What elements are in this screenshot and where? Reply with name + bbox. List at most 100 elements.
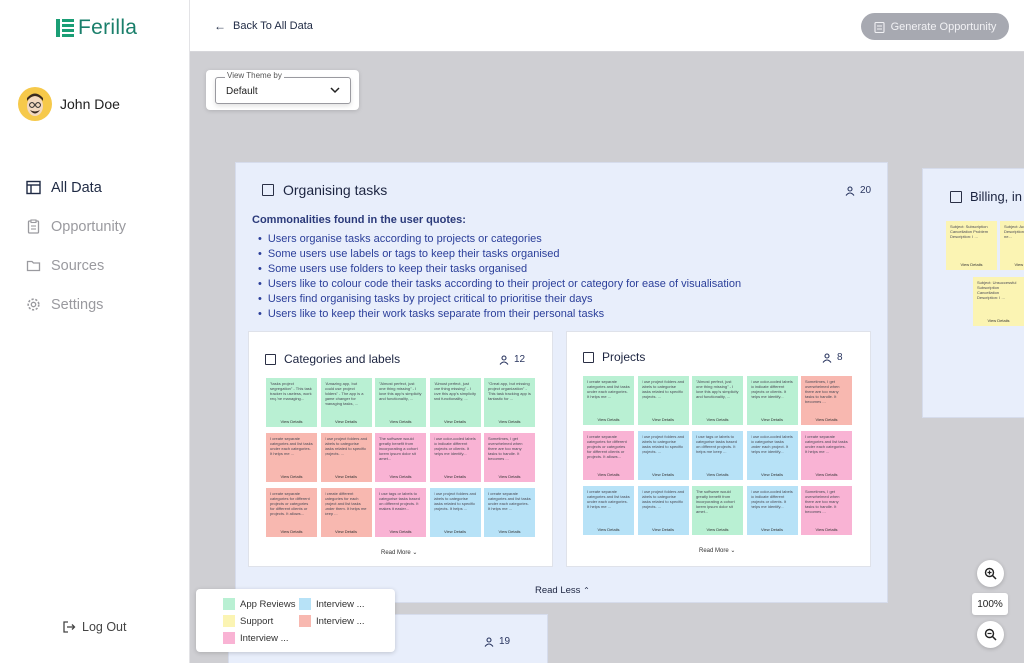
- view-details-link[interactable]: View Details: [321, 474, 372, 479]
- sticky-note[interactable]: I use tags or labels to categorise tasks…: [692, 431, 743, 480]
- sidebar-item-sources[interactable]: Sources: [26, 246, 126, 285]
- subcluster-checkbox[interactable]: [583, 351, 594, 363]
- sticky-note[interactable]: "Almost perfect, just one thing missing"…: [429, 378, 481, 427]
- cluster-checkbox[interactable]: [262, 184, 274, 196]
- view-details-link[interactable]: View Details: [973, 318, 1024, 323]
- sticky-note[interactable]: Subject: Unsuccessful Subscription Cance…: [973, 277, 1024, 326]
- view-details-link[interactable]: View Details: [747, 417, 798, 422]
- sticky-note[interactable]: I use project folders and labels to cate…: [320, 433, 372, 482]
- view-details-link[interactable]: View Details: [1000, 262, 1024, 267]
- view-details-link[interactable]: View Details: [430, 529, 481, 534]
- sticky-note[interactable]: Subject: Subscription Cancellation Probl…: [946, 221, 997, 270]
- sticky-note[interactable]: I create separate categories and list ta…: [801, 431, 852, 480]
- sticky-note[interactable]: "Almost perfect, just one thing missing"…: [692, 376, 743, 425]
- view-details-link[interactable]: View Details: [946, 262, 997, 267]
- view-details-link[interactable]: View Details: [484, 529, 535, 534]
- view-details-link[interactable]: View Details: [583, 417, 634, 422]
- user-name: John Doe: [60, 96, 120, 112]
- sticky-note[interactable]: I use color-coded labels to indicate dif…: [746, 486, 798, 535]
- sticky-note-text: Sometimes, I get overwhelmed when there …: [488, 436, 523, 461]
- sticky-note[interactable]: I create separate categories and list ta…: [583, 486, 634, 535]
- sidebar-item-all-data[interactable]: All Data: [26, 168, 126, 207]
- sticky-note[interactable]: Subject: Access Ne... Description: I req…: [1000, 221, 1024, 270]
- cluster-title[interactable]: Billing, in: [950, 189, 1022, 204]
- sticky-note-text: I create separate categories and list ta…: [270, 436, 313, 456]
- sticky-note[interactable]: I use color-coded labels to indicate dif…: [746, 376, 798, 425]
- sticky-note-text: I create separate categories for differe…: [587, 434, 627, 459]
- legend-label: Support: [240, 615, 274, 627]
- sticky-note[interactable]: "Great app, but missing project organiza…: [484, 378, 535, 427]
- view-details-link[interactable]: View Details: [430, 474, 481, 479]
- sticky-note[interactable]: Sometimes, I get overwhelmed when there …: [801, 486, 852, 535]
- view-details-link[interactable]: View Details: [375, 474, 426, 479]
- chevron-down-icon[interactable]: [330, 86, 340, 94]
- cluster-count-value: 20: [860, 185, 872, 196]
- sticky-note[interactable]: "Almost perfect, just one thing missing"…: [375, 378, 426, 427]
- sticky-note[interactable]: I create different categories for each p…: [320, 488, 372, 537]
- sticky-note[interactable]: I use project folders and labels to cate…: [637, 486, 689, 535]
- view-details-link[interactable]: View Details: [801, 527, 852, 532]
- sticky-note[interactable]: Sometimes, I get overwhelmed when there …: [801, 376, 852, 425]
- sticky-note[interactable]: I create separate categories and list ta…: [484, 488, 535, 537]
- view-details-link[interactable]: View Details: [747, 472, 798, 477]
- generate-opportunity-button[interactable]: Generate Opportunity: [861, 13, 1009, 40]
- sidebar-item-settings[interactable]: Settings: [26, 285, 126, 324]
- subcluster-title[interactable]: Projects: [583, 350, 645, 364]
- cluster-checkbox[interactable]: [950, 190, 962, 203]
- sticky-note[interactable]: I create separate categories for differe…: [266, 488, 317, 537]
- sticky-note[interactable]: I create separate categories and list ta…: [266, 433, 317, 482]
- subcluster-title[interactable]: Categories and labels: [265, 352, 400, 366]
- read-less-link[interactable]: Read Less ⌃: [535, 585, 590, 596]
- app-logo[interactable]: Ferilla: [56, 16, 137, 40]
- view-details-link[interactable]: View Details: [583, 527, 634, 532]
- view-details-link[interactable]: View Details: [484, 474, 535, 479]
- sticky-note[interactable]: I use color-coded labels to indicate dif…: [429, 433, 481, 482]
- logout-button[interactable]: Log Out: [62, 620, 126, 634]
- sticky-note[interactable]: I use project folders and labels to cate…: [637, 376, 689, 425]
- sticky-note-text: The software would greatly benefit from …: [696, 489, 735, 514]
- view-details-link[interactable]: View Details: [692, 472, 743, 477]
- view-details-link[interactable]: View Details: [321, 529, 372, 534]
- sticky-note[interactable]: I create separate categories for differe…: [583, 431, 634, 480]
- cluster-title[interactable]: Organising tasks: [262, 182, 387, 198]
- sticky-note[interactable]: I use tags or labels to categorise tasks…: [375, 488, 426, 537]
- sticky-note[interactable]: "tasks project segregation" - This task …: [266, 378, 317, 427]
- view-details-link[interactable]: View Details: [484, 419, 535, 424]
- view-details-link[interactable]: View Details: [583, 472, 634, 477]
- sticky-note[interactable]: The software would greatly benefit from …: [375, 433, 426, 482]
- subcluster-checkbox[interactable]: [265, 353, 276, 365]
- back-to-all-data-link[interactable]: ← Back To All Data: [214, 19, 313, 33]
- sticky-note[interactable]: I create separate categories and list ta…: [583, 376, 634, 425]
- app-name: Ferilla: [78, 16, 138, 39]
- read-more-link[interactable]: Read More ⌄: [699, 547, 735, 554]
- view-details-link[interactable]: View Details: [692, 417, 743, 422]
- view-details-link[interactable]: View Details: [801, 417, 852, 422]
- sidebar: Ferilla John Doe All Data Opportunity So…: [0, 0, 190, 663]
- view-details-link[interactable]: View Details: [747, 527, 798, 532]
- view-details-link[interactable]: View Details: [430, 419, 481, 424]
- view-details-link[interactable]: View Details: [321, 419, 372, 424]
- zoom-out-button[interactable]: [977, 621, 1004, 648]
- sticky-note[interactable]: "Amazing app, but could use project fold…: [320, 378, 372, 427]
- view-details-link[interactable]: View Details: [375, 529, 426, 534]
- view-details-link[interactable]: View Details: [266, 529, 317, 534]
- view-details-link[interactable]: View Details: [375, 419, 426, 424]
- user-profile[interactable]: John Doe: [18, 87, 120, 121]
- read-more-link[interactable]: Read More ⌄: [381, 549, 417, 556]
- view-details-link[interactable]: View Details: [801, 472, 852, 477]
- user-icon: [822, 352, 832, 363]
- view-details-link[interactable]: View Details: [692, 527, 743, 532]
- sticky-note[interactable]: The software would greatly benefit from …: [692, 486, 743, 535]
- view-details-link[interactable]: View Details: [638, 417, 689, 422]
- sticky-note[interactable]: Sometimes, I get overwhelmed when there …: [484, 433, 535, 482]
- view-details-link[interactable]: View Details: [638, 472, 689, 477]
- view-details-link[interactable]: View Details: [266, 419, 317, 424]
- view-details-link[interactable]: View Details: [638, 527, 689, 532]
- sticky-note[interactable]: I use color-coded labels to categorise t…: [746, 431, 798, 480]
- view-details-link[interactable]: View Details: [266, 474, 317, 479]
- sticky-note[interactable]: I use project folders and labels to cate…: [637, 431, 689, 480]
- zoom-in-button[interactable]: [977, 560, 1004, 587]
- sidebar-item-opportunity[interactable]: Opportunity: [26, 207, 126, 246]
- logout-icon: [63, 621, 76, 633]
- sticky-note[interactable]: I use project folders and labels to cate…: [429, 488, 481, 537]
